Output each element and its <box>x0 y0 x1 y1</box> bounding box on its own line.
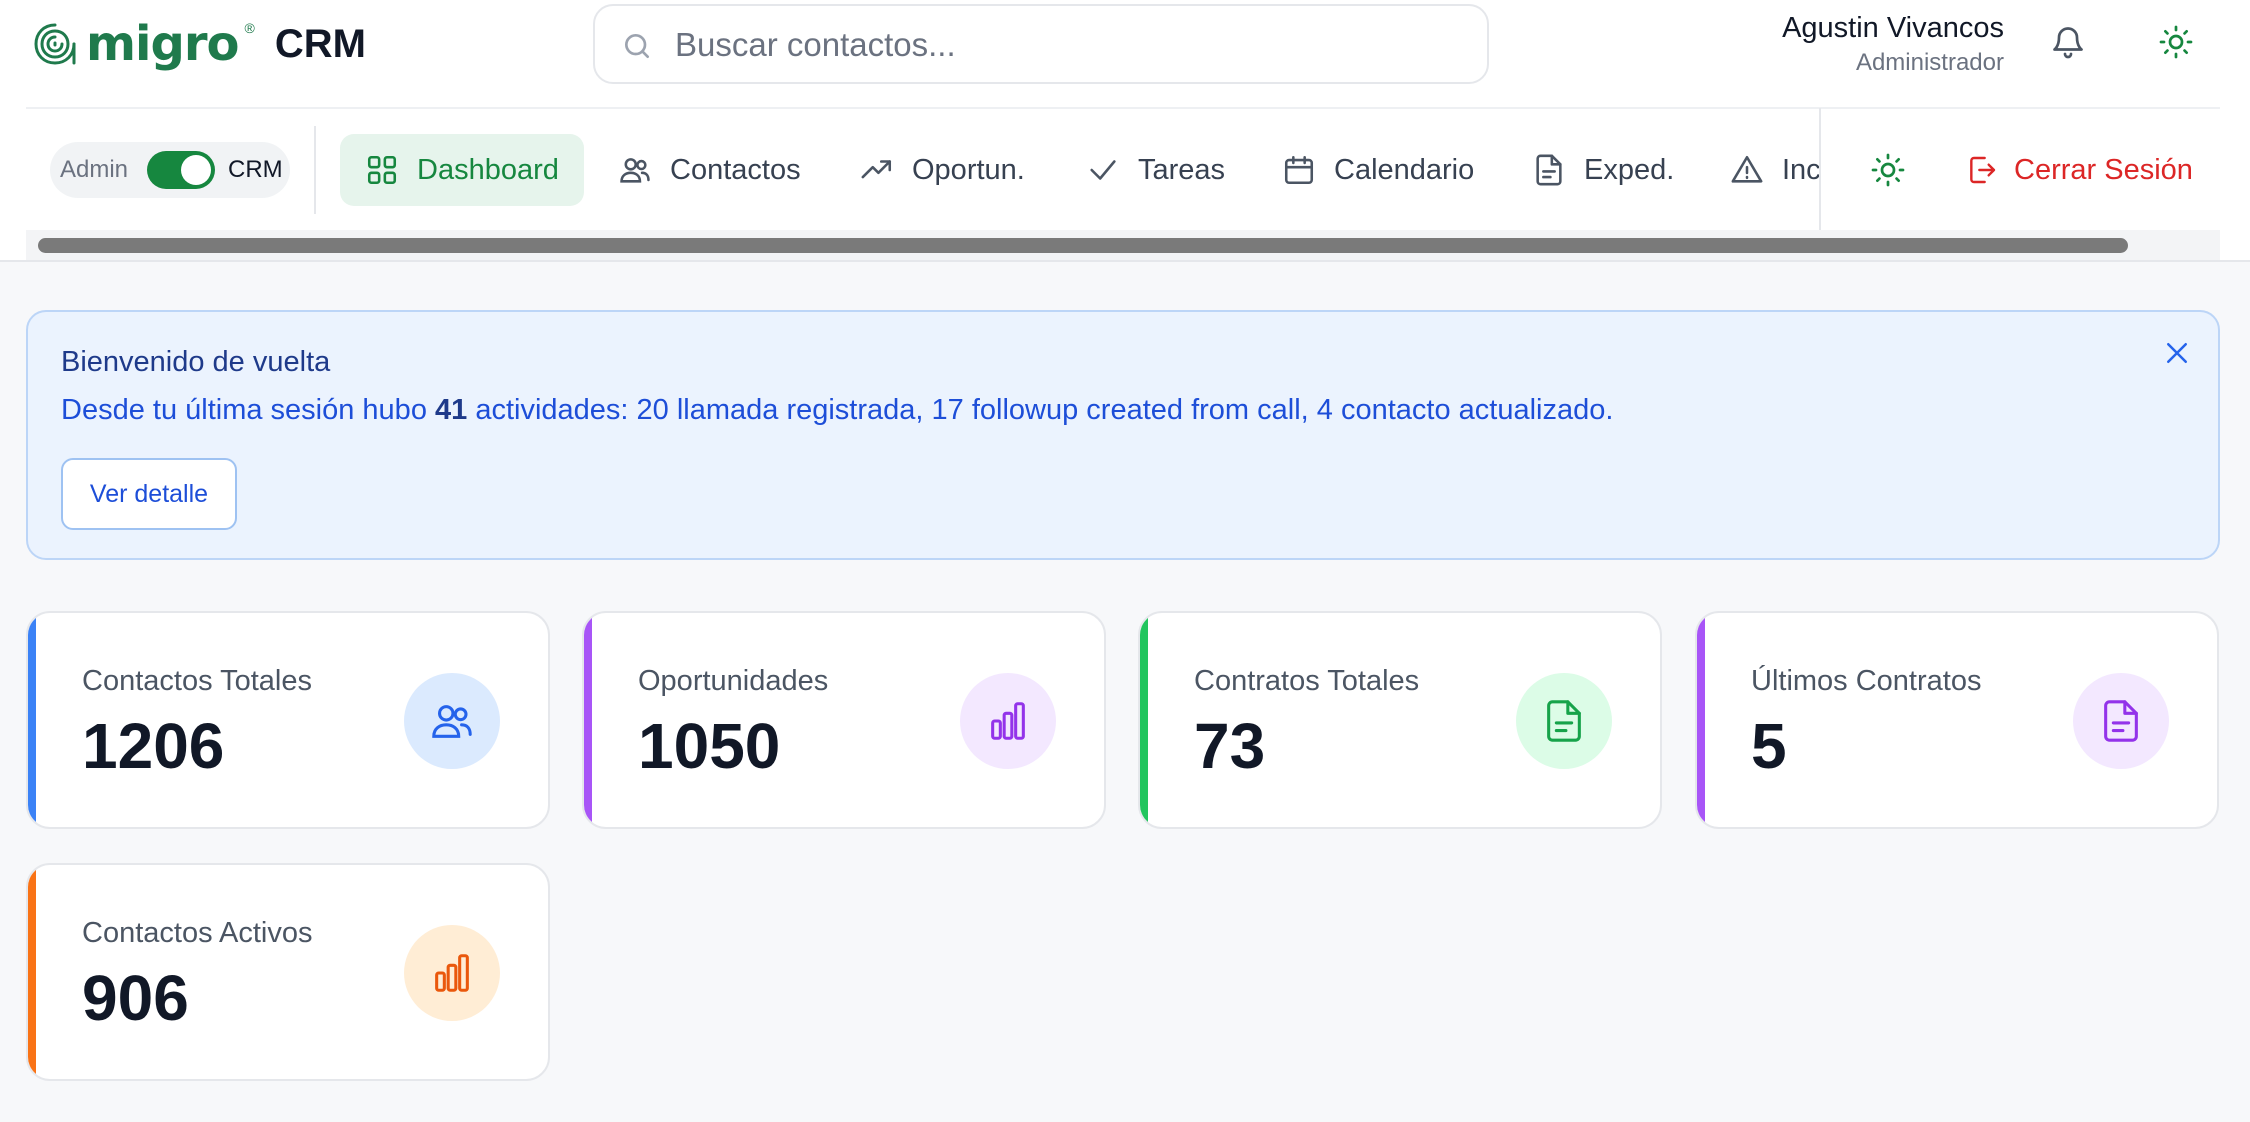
nav-item-calendario[interactable]: Calendario <box>1282 134 1474 206</box>
alert-triangle-icon <box>1731 155 1763 183</box>
stat-value: 906 <box>82 962 189 1034</box>
stat-label: Contactos Activos <box>82 917 313 949</box>
close-icon[interactable] <box>2162 338 2192 368</box>
welcome-banner: Bienvenido de vuelta Desde tu última ses… <box>26 310 2220 560</box>
logout-label: Cerrar Sesión <box>2014 153 2193 186</box>
toggle-label-admin: Admin <box>60 156 129 183</box>
users-icon <box>620 158 650 183</box>
search-input[interactable] <box>675 16 1455 74</box>
stat-icon-badge <box>2073 673 2169 769</box>
logo-registered-mark: ® <box>244 20 255 36</box>
switch-knob <box>181 155 211 185</box>
nav-item-expedientes[interactable]: Exped. <box>1532 134 1674 206</box>
stat-label: Oportunidades <box>638 665 829 697</box>
logout-icon <box>1970 156 1996 184</box>
activity-count: 41 <box>435 394 468 426</box>
nav-label: Oportun. <box>912 153 1025 186</box>
stat-label: Contratos Totales <box>1194 665 1420 697</box>
card-accent <box>28 865 36 1079</box>
stat-label: Últimos Contratos <box>1751 665 1982 697</box>
nav-label: Calendario <box>1334 153 1475 186</box>
stat-value: 5 <box>1751 710 1787 782</box>
bar-chart-icon <box>991 702 1025 740</box>
nav-label: Tareas <box>1138 153 1226 186</box>
trending-up-icon <box>861 160 892 179</box>
nav-label: Inc <box>1782 153 1820 186</box>
user-info[interactable]: Agustin Vivancos Administrador <box>1782 10 2004 80</box>
stat-value: 73 <box>1194 710 1266 782</box>
nav-label: Dashboard <box>417 153 559 186</box>
nav-right-separator <box>1819 108 1821 230</box>
users-icon <box>432 705 472 738</box>
stat-card-contactos-activos[interactable]: Contactos Activos 906 <box>26 863 550 1081</box>
toggle-label-crm: CRM <box>228 156 283 183</box>
product-name: CRM <box>274 21 366 66</box>
stat-icon-badge <box>1516 673 1612 769</box>
nav-separator <box>314 126 316 214</box>
sun-icon[interactable] <box>1870 152 1906 188</box>
main-nav: Dashboard Contactos Oportun. Tareas Cale… <box>340 134 1820 206</box>
file-text-icon <box>1547 700 1581 742</box>
stat-label: Contactos Totales <box>82 665 312 697</box>
stat-icon-badge <box>404 925 500 1021</box>
check-icon <box>1090 160 1116 180</box>
calendar-icon <box>1284 155 1314 185</box>
search-icon <box>625 34 649 58</box>
stat-icon-badge <box>960 673 1056 769</box>
nav-item-dashboard[interactable]: Dashboard <box>340 134 584 206</box>
banner-text-suffix: actividades: 20 llamada registrada, 17 f… <box>467 394 1614 426</box>
view-detail-button[interactable]: Ver detalle <box>61 458 237 530</box>
user-role: Administrador <box>1855 49 2004 76</box>
stat-card-oportunidades[interactable]: Oportunidades 1050 <box>582 611 1106 829</box>
bell-icon[interactable] <box>2050 24 2086 60</box>
header-divider <box>26 107 2220 109</box>
user-name: Agustin Vivancos <box>1782 12 2004 44</box>
nav-label: Exped. <box>1584 153 1675 186</box>
stat-icon-badge <box>404 673 500 769</box>
file-icon <box>1536 154 1562 186</box>
logout-button[interactable]: Cerrar Sesión <box>1966 148 2193 192</box>
nav-item-tareas[interactable]: Tareas <box>1086 134 1225 206</box>
card-accent <box>1140 613 1148 827</box>
top-header: migro ® CRM Agustin Vivancos Administrad… <box>0 0 2250 262</box>
nav-scrollbar-thumb[interactable] <box>38 238 2128 253</box>
card-accent <box>1697 613 1705 827</box>
banner-message: Desde tu última sesión hubo 41 actividad… <box>61 394 1613 427</box>
banner-title: Bienvenido de vuelta <box>61 346 331 378</box>
nav-item-incidencias[interactable]: Inc <box>1730 134 1820 206</box>
mode-switch[interactable] <box>147 151 215 189</box>
stat-value: 1050 <box>638 710 781 782</box>
card-accent <box>584 613 592 827</box>
app-logo[interactable]: migro ® CRM <box>30 14 366 74</box>
nav-item-oportunidades[interactable]: Oportun. <box>860 134 1025 206</box>
fingerprint-logo-icon <box>34 23 76 65</box>
stat-value: 1206 <box>82 710 225 782</box>
card-accent <box>28 613 36 827</box>
stat-card-contactos-totales[interactable]: Contactos Totales 1206 <box>26 611 550 829</box>
nav-item-contactos[interactable]: Contactos <box>618 134 801 206</box>
search-bar <box>593 4 1489 84</box>
stat-card-contratos-totales[interactable]: Contratos Totales 73 <box>1138 611 1662 829</box>
sun-icon[interactable] <box>2158 24 2194 60</box>
bar-chart-icon <box>435 954 469 992</box>
admin-crm-toggle[interactable]: Admin CRM <box>50 142 290 198</box>
banner-text-prefix: Desde tu última sesión hubo <box>61 394 435 426</box>
logo-wordmark: migro <box>86 16 239 72</box>
stat-card-ultimos-contratos[interactable]: Últimos Contratos 5 <box>1695 611 2219 829</box>
file-text-icon <box>2104 700 2138 742</box>
nav-label: Contactos <box>670 153 801 186</box>
grid-icon <box>367 155 397 185</box>
